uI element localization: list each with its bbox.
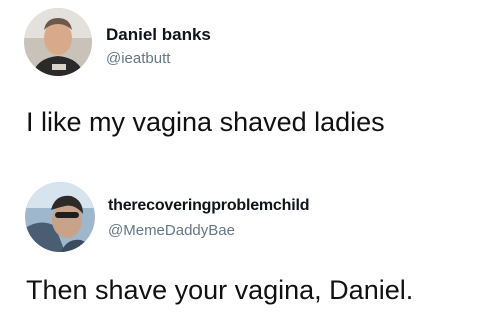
tweet-text: I like my vagina shaved ladies (26, 107, 385, 137)
user-avatar-photo-icon[interactable] (24, 8, 92, 76)
tweet-2: therecoveringproblemchild @MemeDaddyBae … (0, 170, 500, 331)
tweet-1: Daniel banks @ieatbutt I like my vagina … (0, 0, 500, 170)
user-handle[interactable]: @MemeDaddyBae (108, 222, 235, 239)
tweet-text: Then shave your vagina, Daniel. (26, 275, 414, 305)
display-name[interactable]: therecoveringproblemchild (108, 197, 309, 215)
user-handle[interactable]: @ieatbutt (106, 50, 170, 67)
user-avatar-photo-icon[interactable] (25, 182, 95, 252)
display-name[interactable]: Daniel banks (106, 25, 211, 45)
